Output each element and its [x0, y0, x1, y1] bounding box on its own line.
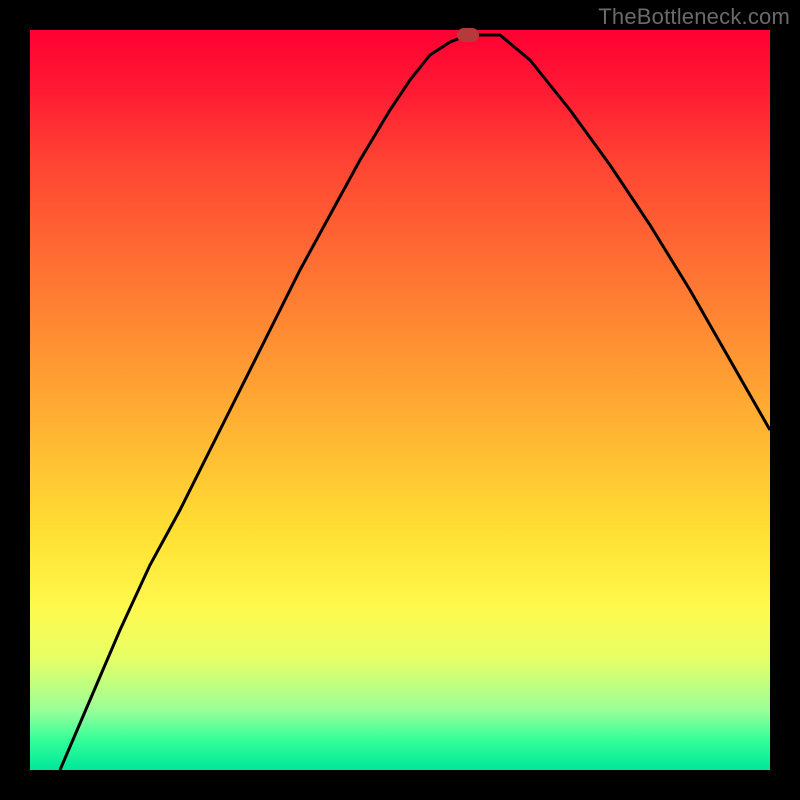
- plot-area: [30, 30, 770, 770]
- watermark-text: TheBottleneck.com: [598, 4, 790, 30]
- curve-svg: [30, 30, 770, 770]
- bottleneck-marker: [457, 28, 479, 42]
- chart-frame: TheBottleneck.com: [0, 0, 800, 800]
- bottleneck-curve: [60, 35, 770, 770]
